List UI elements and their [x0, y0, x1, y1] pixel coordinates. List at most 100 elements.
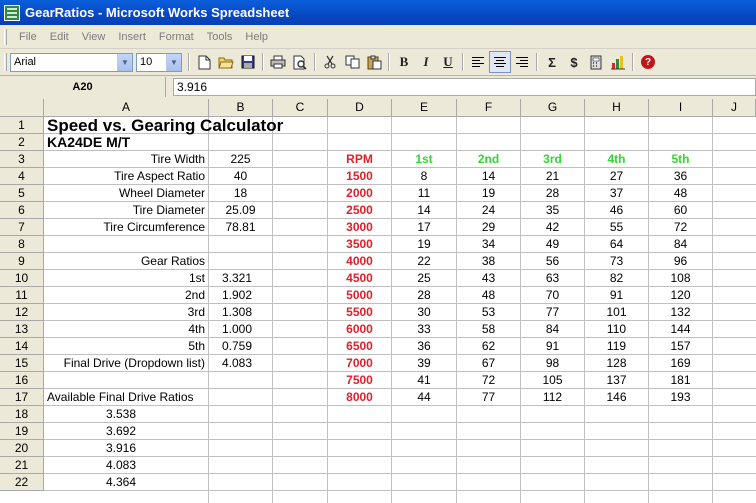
column-header[interactable]: C [273, 99, 328, 117]
column-header[interactable]: E [392, 99, 457, 117]
speed-value[interactable]: 30 [392, 304, 456, 321]
help-icon[interactable]: ? [637, 51, 659, 73]
speed-value[interactable]: 42 [521, 219, 584, 236]
input-value[interactable]: 25.09 [209, 202, 272, 219]
speed-value[interactable]: 48 [649, 185, 712, 202]
rpm-value[interactable]: 1500 [328, 168, 391, 185]
speed-value[interactable]: 22 [392, 253, 456, 270]
rpm-value[interactable]: 3000 [328, 219, 391, 236]
menu-view[interactable]: View [76, 31, 113, 43]
gear-label[interactable]: 1st [44, 270, 208, 287]
save-disk-icon[interactable] [237, 51, 259, 73]
row-header[interactable]: 13 [0, 321, 44, 338]
available-ratio-value[interactable]: 3.538 [44, 406, 208, 423]
speed-value[interactable]: 39 [392, 355, 456, 372]
formula-entry-field[interactable]: 3.916 [173, 78, 756, 96]
row-header[interactable]: 22 [0, 474, 44, 491]
chevron-down-icon[interactable]: ▼ [166, 53, 181, 71]
gear-label[interactable]: 3rd [44, 304, 208, 321]
gear-ratios-label[interactable]: Gear Ratios [44, 253, 208, 270]
row-header[interactable]: 9 [0, 253, 44, 270]
speed-value[interactable]: 36 [392, 338, 456, 355]
available-ratio-value[interactable]: 4.083 [44, 457, 208, 474]
speed-value[interactable]: 108 [649, 270, 712, 287]
menu-bar-grip[interactable] [4, 28, 7, 45]
speed-value[interactable]: 46 [585, 202, 648, 219]
speed-value[interactable]: 28 [521, 185, 584, 202]
rpm-value[interactable]: 7500 [328, 372, 391, 389]
speed-value[interactable]: 58 [457, 321, 520, 338]
row-header[interactable]: 4 [0, 168, 44, 185]
currency-button[interactable]: $ [563, 51, 585, 73]
print-preview-icon[interactable] [289, 51, 311, 73]
gear-ratio-value[interactable]: 3.321 [209, 270, 272, 287]
input-value[interactable]: 40 [209, 168, 272, 185]
toolbar-grip[interactable] [4, 53, 7, 71]
row-header[interactable]: 17 [0, 389, 44, 406]
rpm-value[interactable]: 8000 [328, 389, 391, 406]
gear-label[interactable]: 4th [44, 321, 208, 338]
speed-value[interactable]: 105 [521, 372, 584, 389]
speed-value[interactable]: 157 [649, 338, 712, 355]
input-value[interactable]: 18 [209, 185, 272, 202]
row-header[interactable]: 10 [0, 270, 44, 287]
speed-value[interactable]: 70 [521, 287, 584, 304]
speed-value[interactable]: 27 [585, 168, 648, 185]
final-drive-label[interactable]: Final Drive (Dropdown list) [44, 355, 208, 372]
italic-button[interactable]: I [415, 51, 437, 73]
speed-value[interactable]: 144 [649, 321, 712, 338]
speed-value[interactable]: 35 [521, 202, 584, 219]
speed-value[interactable]: 14 [392, 202, 456, 219]
menu-help[interactable]: Help [239, 31, 275, 43]
row-header[interactable]: 7 [0, 219, 44, 236]
rpm-value[interactable]: 2500 [328, 202, 391, 219]
cut-scissors-icon[interactable] [319, 51, 341, 73]
input-value[interactable]: 225 [209, 151, 272, 168]
column-header[interactable]: F [457, 99, 521, 117]
speed-value[interactable]: 91 [585, 287, 648, 304]
speed-value[interactable]: 120 [649, 287, 712, 304]
speed-value[interactable]: 132 [649, 304, 712, 321]
spreadsheet-app-icon[interactable] [4, 4, 20, 21]
row-header[interactable]: 3 [0, 151, 44, 168]
speed-value[interactable]: 37 [585, 185, 648, 202]
input-value[interactable]: 78.81 [209, 219, 272, 236]
speed-value[interactable]: 36 [649, 168, 712, 185]
rpm-value[interactable]: 2000 [328, 185, 391, 202]
chevron-down-icon[interactable]: ▼ [117, 53, 132, 71]
open-folder-icon[interactable] [215, 51, 237, 73]
speed-value[interactable]: 193 [649, 389, 712, 406]
input-label[interactable]: Tire Aspect Ratio [44, 168, 208, 185]
column-header[interactable]: B [209, 99, 273, 117]
available-ratio-value[interactable]: 3.916 [44, 440, 208, 457]
speed-value[interactable]: 60 [649, 202, 712, 219]
available-ratios-label[interactable]: Available Final Drive Ratios [44, 389, 208, 406]
speed-value[interactable]: 44 [392, 389, 456, 406]
speed-value[interactable]: 43 [457, 270, 520, 287]
speed-value[interactable]: 110 [585, 321, 648, 338]
rpm-value[interactable]: 3500 [328, 236, 391, 253]
speed-value[interactable]: 48 [457, 287, 520, 304]
paste-clipboard-icon[interactable] [363, 51, 385, 73]
column-header[interactable]: I [649, 99, 713, 117]
menu-edit[interactable]: Edit [44, 31, 76, 43]
gear-ratio-value[interactable]: 1.000 [209, 321, 272, 338]
align-left-icon[interactable] [467, 51, 489, 73]
gear-speed-header[interactable]: 1st [392, 151, 456, 168]
row-header[interactable]: 12 [0, 304, 44, 321]
input-label[interactable]: Wheel Diameter [44, 185, 208, 202]
speed-value[interactable]: 98 [521, 355, 584, 372]
gear-label[interactable]: 2nd [44, 287, 208, 304]
speed-value[interactable]: 29 [457, 219, 520, 236]
input-label[interactable]: Tire Width [44, 151, 208, 168]
underline-button[interactable]: U [437, 51, 459, 73]
speed-value[interactable]: 77 [457, 389, 520, 406]
gear-speed-header[interactable]: 5th [649, 151, 712, 168]
font-name-select[interactable]: Arial ▼ [10, 52, 133, 72]
speed-value[interactable]: 53 [457, 304, 520, 321]
speed-value[interactable]: 34 [457, 236, 520, 253]
speed-value[interactable]: 25 [392, 270, 456, 287]
speed-value[interactable]: 56 [521, 253, 584, 270]
speed-value[interactable]: 169 [649, 355, 712, 372]
menu-file[interactable]: File [13, 31, 44, 43]
